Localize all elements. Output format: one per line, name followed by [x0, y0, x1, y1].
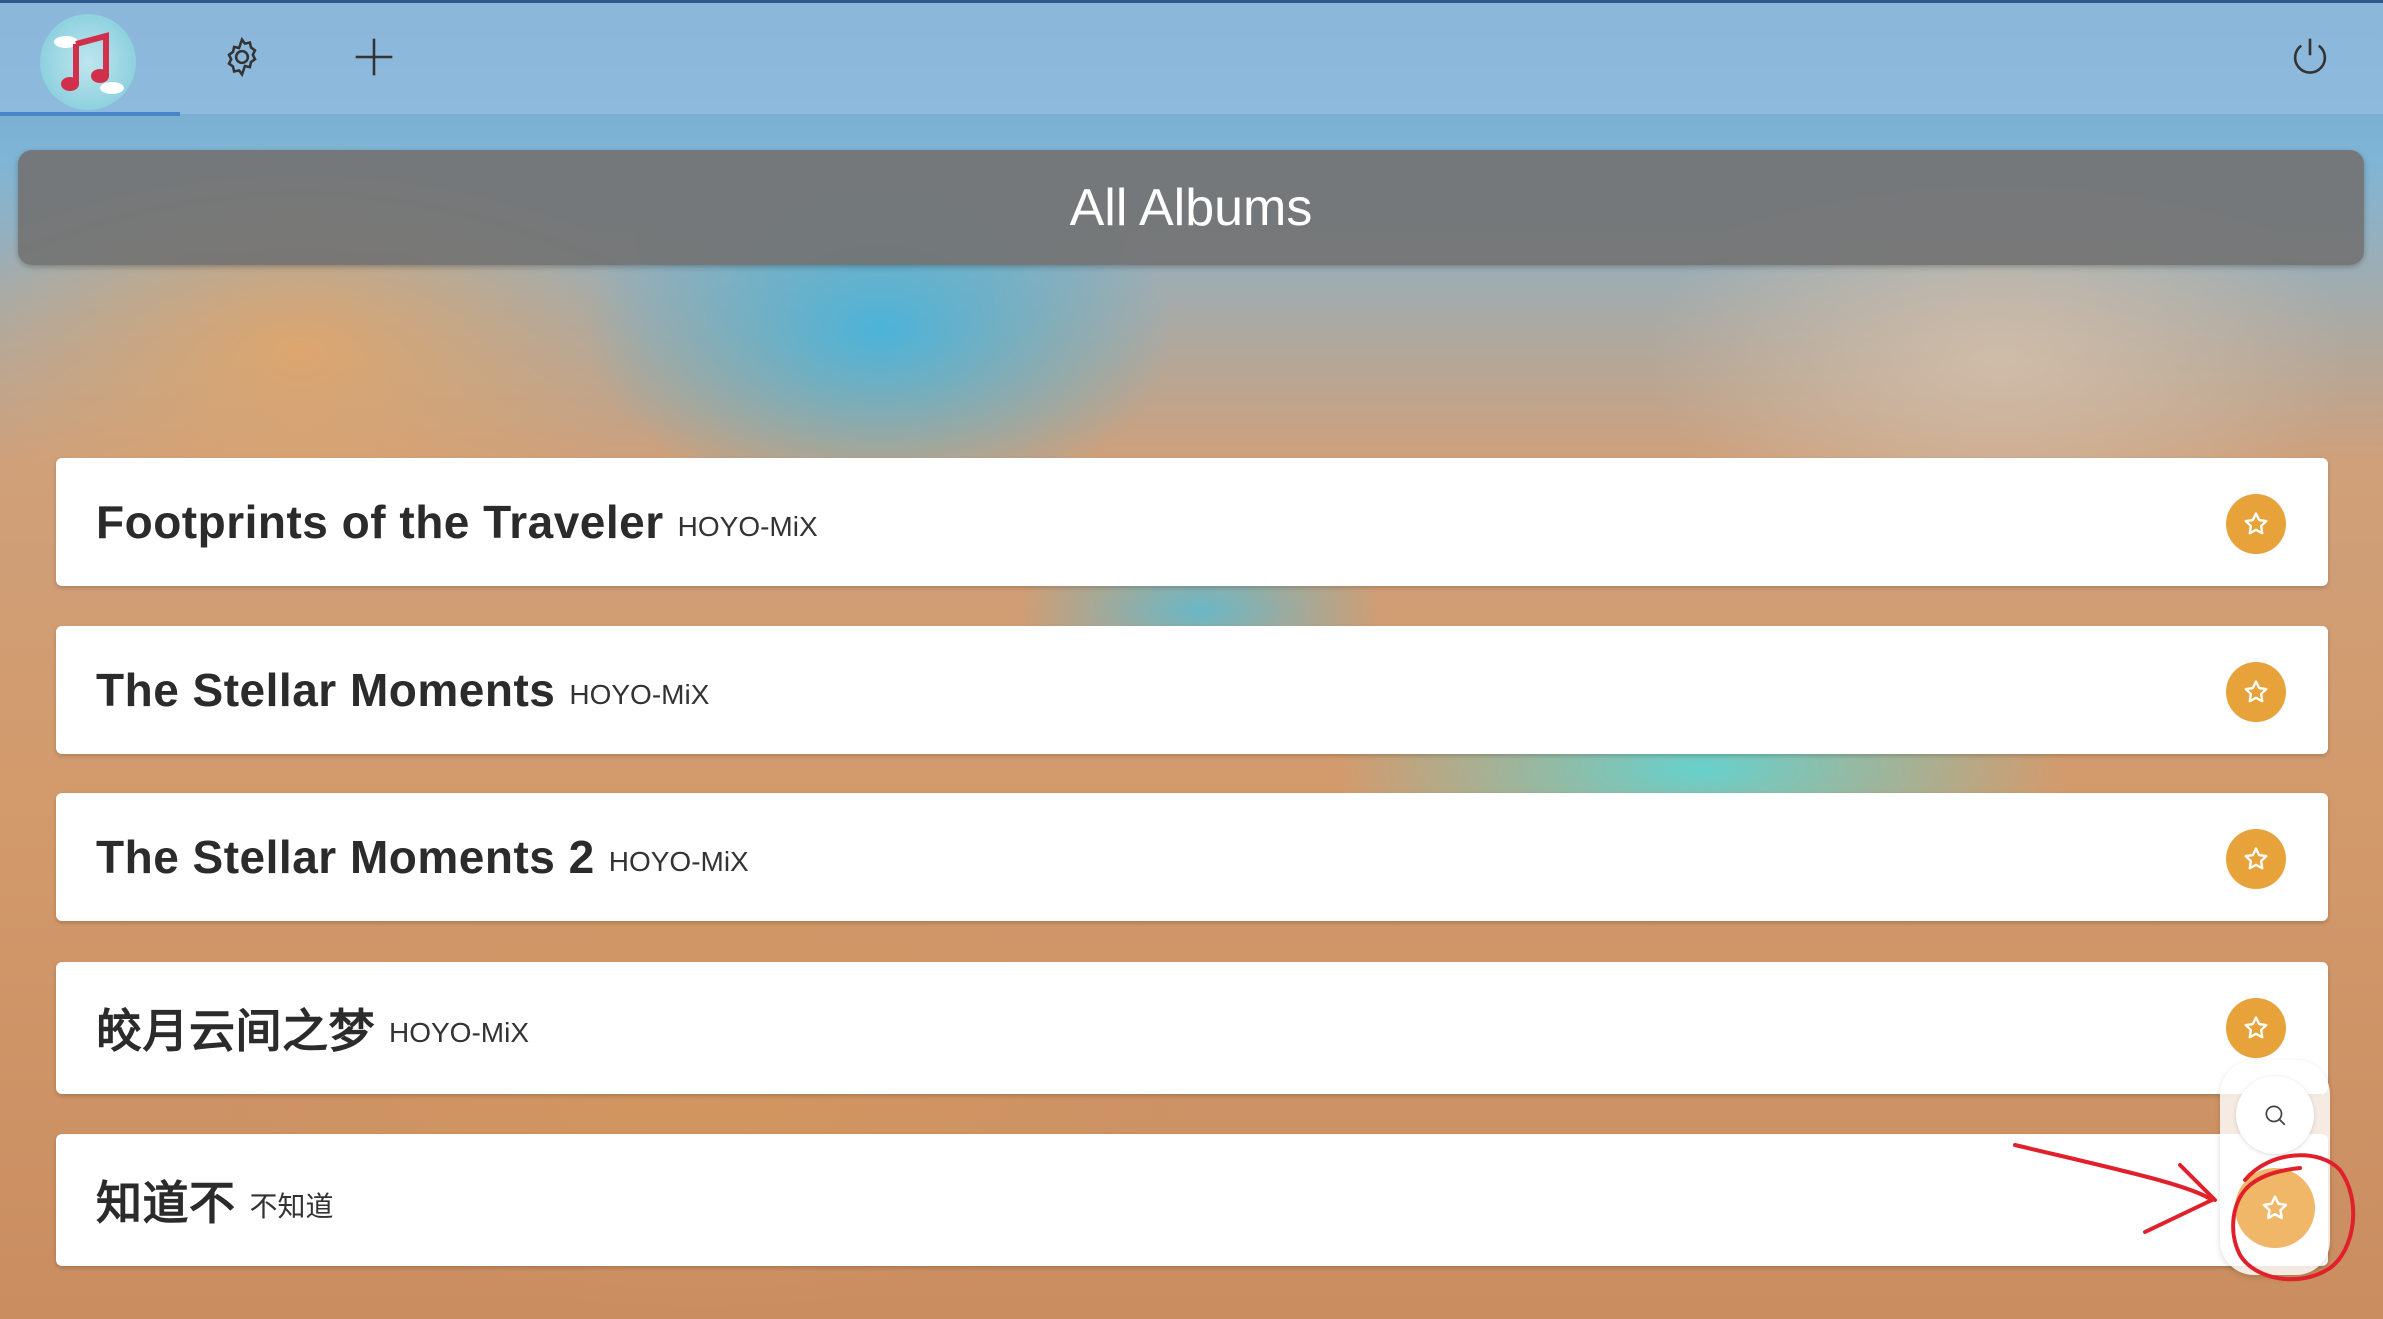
- star-icon: [2262, 1195, 2288, 1220]
- album-title: The Stellar Moments: [96, 664, 556, 716]
- album-artist: HOYO-MiX: [608, 846, 749, 877]
- power-icon: [2293, 38, 2327, 74]
- plus-icon: [355, 38, 393, 76]
- album-title: The Stellar Moments 2: [96, 831, 595, 883]
- favorite-button[interactable]: [2226, 662, 2286, 722]
- power-button[interactable]: [2265, 14, 2355, 100]
- album-title: 皎月云间之梦: [96, 1005, 375, 1057]
- star-icon: [2244, 1016, 2268, 1039]
- star-icon: [2244, 512, 2268, 535]
- album-artist: HOYO-MiX: [677, 511, 818, 542]
- album-title: 知道不: [96, 1177, 236, 1229]
- settings-button[interactable]: [197, 14, 287, 100]
- album-card[interactable]: The Stellar Moments HOYO-MiX: [56, 626, 2328, 754]
- favorite-button[interactable]: [2226, 829, 2286, 889]
- search-button[interactable]: [2236, 1076, 2314, 1154]
- page-title: All Albums: [1069, 178, 1313, 237]
- star-icon: [2244, 847, 2268, 870]
- search-icon: [2265, 1105, 2286, 1126]
- album-card[interactable]: The Stellar Moments 2 HOYO-MiX: [56, 793, 2328, 921]
- album-artist: HOYO-MiX: [389, 1017, 529, 1048]
- album-title: Footprints of the Traveler: [96, 496, 664, 548]
- album-artist: HOYO-MiX: [569, 679, 710, 710]
- album-card[interactable]: 知道不 不知道: [56, 1134, 2328, 1266]
- album-artist: 不知道: [249, 1191, 334, 1222]
- favorites-filter-button[interactable]: [2235, 1168, 2315, 1248]
- add-button[interactable]: [329, 14, 419, 100]
- active-tab-indicator: [0, 112, 180, 116]
- star-icon: [2244, 680, 2268, 703]
- gear-icon: [227, 36, 257, 78]
- album-card[interactable]: Footprints of the Traveler HOYO-MiX: [56, 458, 2328, 586]
- favorite-button[interactable]: [2226, 998, 2286, 1058]
- page-header: All Albums: [18, 150, 2364, 265]
- album-card[interactable]: 皎月云间之梦 HOYO-MiX: [56, 962, 2328, 1094]
- favorite-button[interactable]: [2226, 494, 2286, 554]
- music-app-logo-icon[interactable]: [40, 14, 136, 110]
